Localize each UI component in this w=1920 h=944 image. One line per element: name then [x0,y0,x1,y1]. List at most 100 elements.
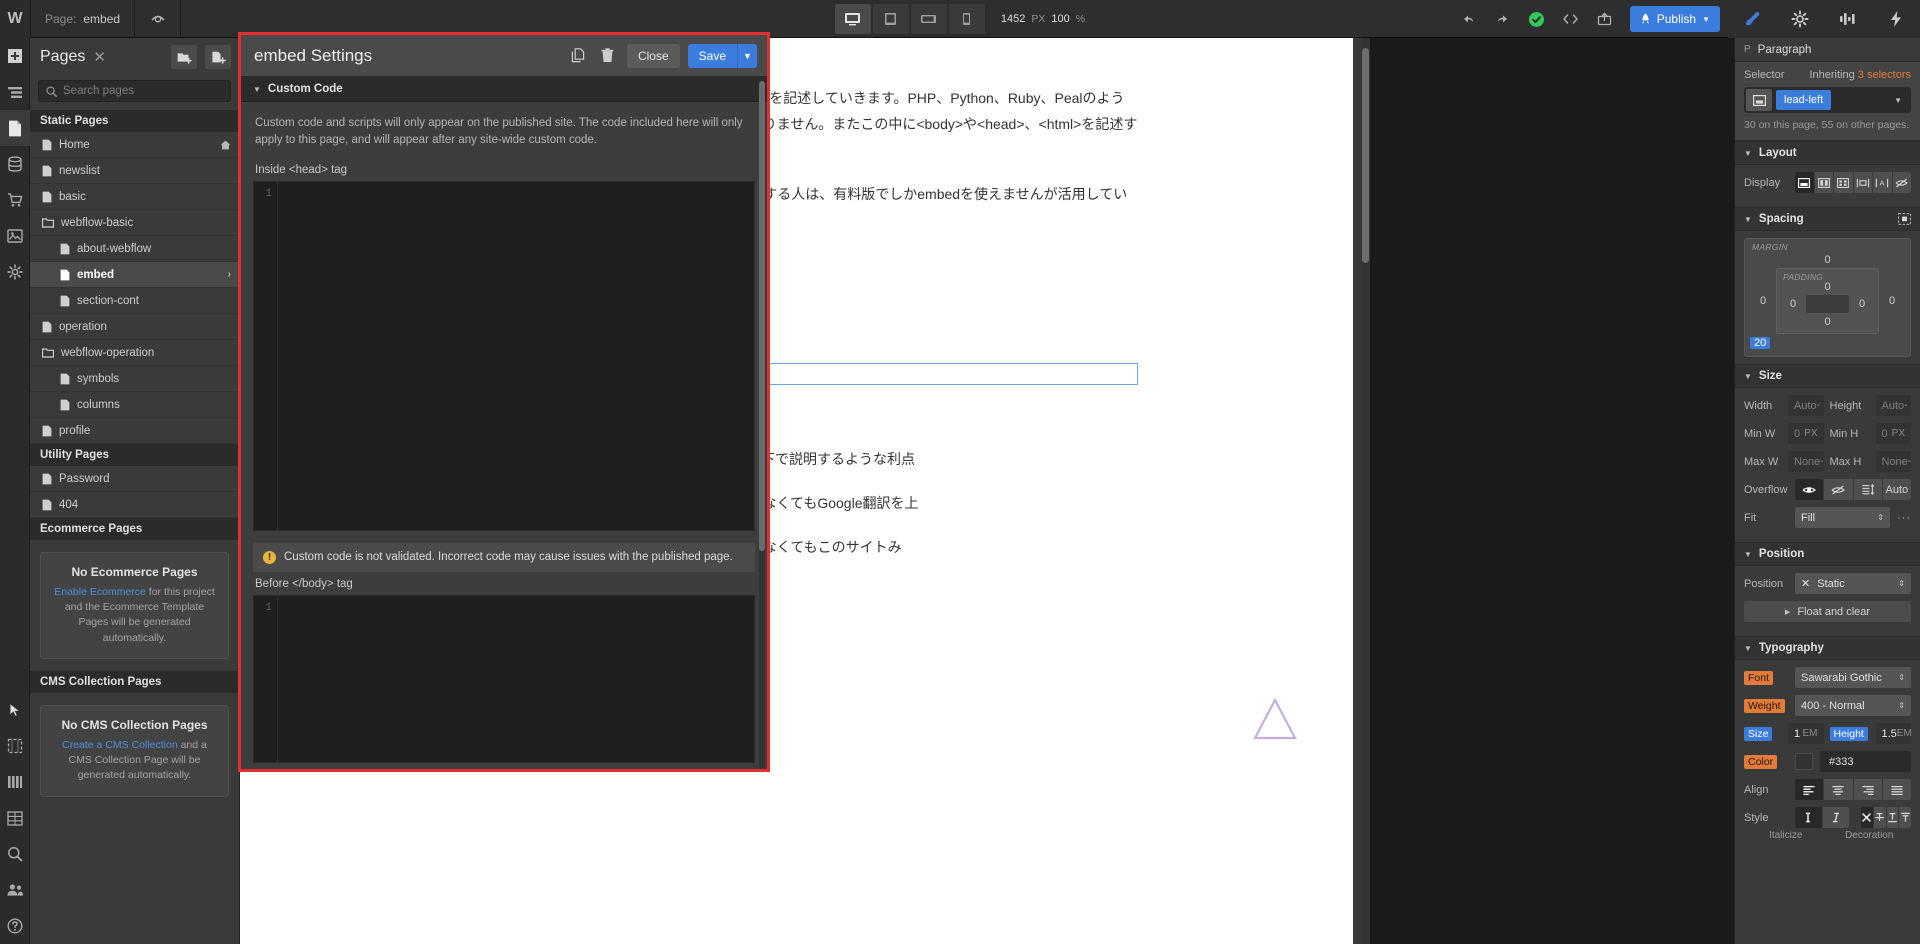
min-width-input[interactable]: 0 PX [1788,423,1824,444]
decoration-underline-option[interactable] [1886,807,1899,828]
modal-save-button[interactable]: Save [687,43,737,68]
search-box[interactable] [38,80,231,102]
style-upright-option[interactable] [1795,807,1822,828]
decoration-overline-option[interactable] [1899,807,1911,828]
margin-right-value[interactable]: 0 [1879,268,1905,334]
overflow-scroll-option[interactable] [1853,479,1882,500]
modal-scrollbar-thumb[interactable] [759,81,765,551]
overflow-visible-option[interactable] [1795,479,1824,500]
position-section-header[interactable]: ▼ Position [1735,542,1920,566]
publish-button[interactable]: Publish ▼ [1629,6,1720,32]
page-row-columns[interactable]: columns [30,392,239,418]
display-inline-option[interactable]: A [1873,172,1892,193]
min-height-input[interactable]: 0 PX [1875,423,1911,444]
canvas-scrollbar-thumb[interactable] [1362,48,1369,263]
rail-select-tool[interactable] [0,692,30,728]
selector-chip-lead-left[interactable]: lead-left [1776,90,1832,110]
chevron-down-icon[interactable]: ▼ [1894,96,1909,105]
size-section-header[interactable]: ▼ Size [1735,364,1920,388]
page-row-symbols[interactable]: symbols [30,366,239,392]
viewport-mobile-landscape[interactable] [910,4,947,34]
typography-section-header[interactable]: ▼ Typography [1735,636,1920,660]
rail-grid-tool[interactable] [0,800,30,836]
rail-frame-tool[interactable] [0,728,30,764]
height-input[interactable]: Auto - [1875,395,1911,416]
page-row-password[interactable]: Password [30,466,239,492]
rail-assets[interactable] [0,218,30,254]
viewport-desktop[interactable] [834,4,871,34]
body-code-editor[interactable]: 1 [253,594,755,763]
zoom-value[interactable]: 100 [1051,13,1069,25]
rail-add-elements[interactable] [0,38,30,74]
align-center-option[interactable] [1824,779,1853,800]
page-row-profile[interactable]: profile [30,418,239,444]
rail-columns-tool[interactable] [0,764,30,800]
saved-check-icon[interactable] [1520,0,1554,38]
page-row-home[interactable]: Home [30,132,239,158]
display-inline-block-option[interactable] [1853,172,1872,193]
tab-settings-panel[interactable] [1776,0,1824,38]
custom-code-section-header[interactable]: ▼ Custom Code [241,77,767,102]
rail-navigator[interactable] [0,74,30,110]
publish-caret-icon[interactable]: ▼ [1702,15,1710,24]
share-icon[interactable] [1588,0,1622,38]
font-dropdown[interactable]: Sawarabi Gothic ⇕ [1795,667,1911,688]
position-dropdown[interactable]: ✕ Static ⇕ [1795,573,1911,594]
inheriting-count[interactable]: 3 selectors [1858,69,1911,81]
folder-row-webflow-basic[interactable]: webflow-basic [30,210,239,236]
rail-help[interactable] [0,908,30,944]
viewport-mobile-portrait[interactable] [948,4,985,34]
float-and-clear-button[interactable]: ▶ Float and clear [1744,601,1911,622]
align-left-option[interactable] [1795,779,1824,800]
new-folder-icon[interactable] [171,45,197,69]
page-row-newslist[interactable]: newslist [30,158,239,184]
font-size-input[interactable]: 1 EM [1788,723,1824,744]
max-height-input[interactable]: None - [1875,451,1911,472]
canvas-width-value[interactable]: 1452 [1001,13,1025,25]
tab-style-panel[interactable] [1728,0,1776,38]
line-height-input[interactable]: 1.5 EM [1875,723,1912,744]
search-input[interactable] [63,85,223,97]
display-flex-option[interactable] [1814,172,1833,193]
enable-ecommerce-link[interactable]: Enable Ecommerce [54,586,146,598]
page-row-operation[interactable]: operation [30,314,239,340]
overflow-hidden-option[interactable] [1824,479,1853,500]
tab-effects-panel[interactable] [1872,0,1920,38]
rail-team-tool[interactable] [0,872,30,908]
align-justify-option[interactable] [1882,779,1911,800]
tab-interactions-panel[interactable] [1824,0,1872,38]
rail-settings[interactable] [0,254,30,290]
width-input[interactable]: Auto - [1788,395,1824,416]
align-right-option[interactable] [1853,779,1882,800]
rail-ecommerce[interactable] [0,182,30,218]
canvas-scrollbar-track[interactable] [1361,38,1370,944]
modal-save-caret-icon[interactable]: ▼ [737,43,757,68]
modal-close-button[interactable]: Close [626,43,680,68]
spacing-section-header[interactable]: ▼ Spacing [1735,207,1920,231]
display-block-option[interactable] [1795,172,1814,193]
margin-bottom-value[interactable]: 20 [1750,337,1771,349]
undo-icon[interactable] [1452,0,1486,38]
margin-top-value[interactable]: 0 [1750,244,1905,268]
trash-icon[interactable] [597,44,619,68]
current-page-chip[interactable]: Page: embed [30,0,136,38]
weight-dropdown[interactable]: 400 - Normal ⇕ [1795,695,1911,716]
element-icon[interactable] [1746,89,1772,111]
color-input[interactable]: #333 [1820,751,1911,772]
margin-left-value[interactable]: 0 [1750,268,1776,334]
max-width-input[interactable]: None - [1788,451,1824,472]
head-code-editor[interactable]: 1 [253,180,755,531]
display-none-option[interactable] [1892,172,1911,193]
x-icon[interactable]: ✕ [1801,577,1810,590]
display-grid-option[interactable] [1834,172,1853,193]
padding-right-value[interactable]: 0 [1849,298,1875,310]
padding-left-value[interactable]: 0 [1780,298,1806,310]
selector-field[interactable]: lead-left ▼ [1744,87,1911,113]
new-page-icon[interactable] [205,45,231,69]
page-row-section-cont[interactable]: section-cont [30,288,239,314]
redo-icon[interactable] [1486,0,1520,38]
duplicate-icon[interactable] [567,44,589,68]
rail-search-tool[interactable] [0,836,30,872]
decoration-none-option[interactable] [1861,807,1873,828]
page-row-basic[interactable]: basic [30,184,239,210]
